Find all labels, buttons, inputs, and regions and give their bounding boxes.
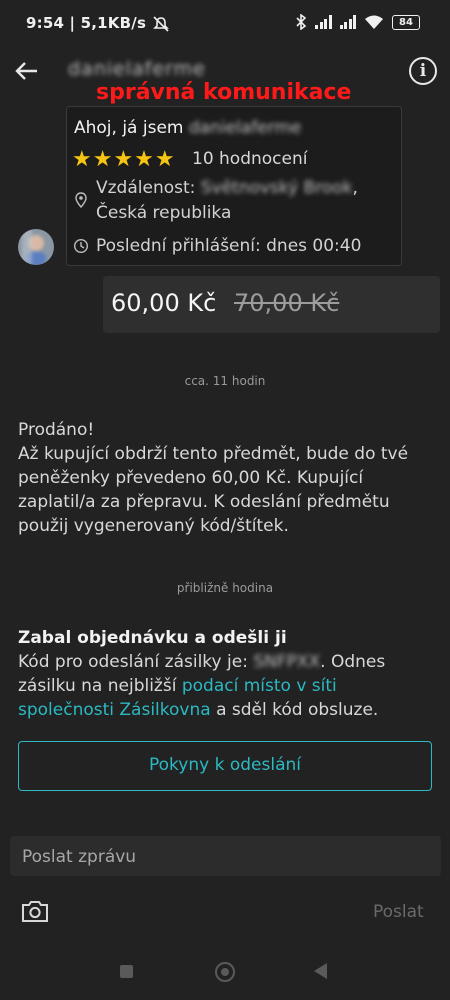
message-input-placeholder: Poslat zprávu bbox=[22, 847, 137, 867]
message-timestamp: cca. 11 hodin bbox=[184, 374, 266, 388]
avatar-image bbox=[18, 229, 54, 265]
header-username[interactable]: danielaferme bbox=[68, 58, 206, 80]
sold-title: Prodáno! bbox=[18, 420, 95, 440]
avatar[interactable] bbox=[18, 229, 54, 265]
recents-icon[interactable] bbox=[120, 965, 133, 978]
rating-count: 10 hodnocení bbox=[192, 149, 308, 169]
price-old: 70,00 Kč bbox=[234, 289, 340, 317]
signal-icon bbox=[315, 15, 332, 29]
battery-icon: 84 bbox=[392, 14, 420, 30]
location-pin-icon bbox=[75, 192, 87, 208]
ship-code-label: Kód pro odeslání zásilky je: bbox=[18, 652, 248, 672]
location-country: Česká republika bbox=[96, 203, 232, 223]
ship-text-b: a sděl kód obsluze. bbox=[216, 700, 379, 720]
clock-icon bbox=[73, 238, 89, 254]
profile-greeting: Ahoj, já jsem danielaferme bbox=[74, 118, 301, 138]
info-icon[interactable]: i bbox=[409, 57, 437, 85]
rating-stars: ★★★★★ bbox=[72, 147, 176, 172]
home-icon[interactable] bbox=[215, 962, 235, 982]
nav-back-icon[interactable] bbox=[314, 963, 327, 979]
location-line1: Vzdálenost: Světnovský Brook, bbox=[96, 178, 358, 198]
ship-code: SNFPXX bbox=[253, 652, 321, 672]
back-arrow-icon[interactable] bbox=[10, 54, 44, 88]
wifi-icon bbox=[365, 15, 383, 29]
ship-body: Kód pro odeslání zásilky je: SNFPXX. Odn… bbox=[18, 650, 428, 722]
location-label: Vzdálenost: bbox=[96, 178, 196, 198]
message-timestamp: přibližně hodina bbox=[176, 581, 274, 595]
location-comma: , bbox=[352, 178, 358, 198]
mute-icon bbox=[153, 16, 169, 32]
send-button[interactable]: Poslat bbox=[373, 902, 424, 922]
shipping-instructions-button[interactable]: Pokyny k odeslání bbox=[18, 741, 432, 791]
greeting-text: Ahoj, já jsem bbox=[74, 118, 184, 138]
sold-body: Až kupující obdrží tento předmět, bude d… bbox=[18, 444, 409, 536]
location-city: Světnovský Brook bbox=[200, 178, 353, 198]
status-icons: 84 bbox=[295, 14, 420, 30]
camera-icon[interactable] bbox=[20, 896, 50, 926]
price-current: 60,00 Kč bbox=[111, 289, 217, 317]
sold-message: Prodáno! Až kupující obdrží tento předmě… bbox=[18, 418, 428, 538]
ship-title: Zabal objednávku a odešli ji bbox=[18, 628, 287, 648]
signal-icon bbox=[339, 15, 356, 29]
last-login: Poslední přihlášení: dnes 00:40 bbox=[96, 236, 362, 256]
annotation-text: správná komunikace bbox=[96, 80, 352, 105]
status-time: 9:54 | 5,1KB/s bbox=[26, 14, 147, 32]
ship-message: Zabal objednávku a odešli ji Kód pro ode… bbox=[18, 626, 428, 722]
bluetooth-icon bbox=[296, 14, 307, 30]
greeting-username: danielaferme bbox=[188, 118, 302, 138]
